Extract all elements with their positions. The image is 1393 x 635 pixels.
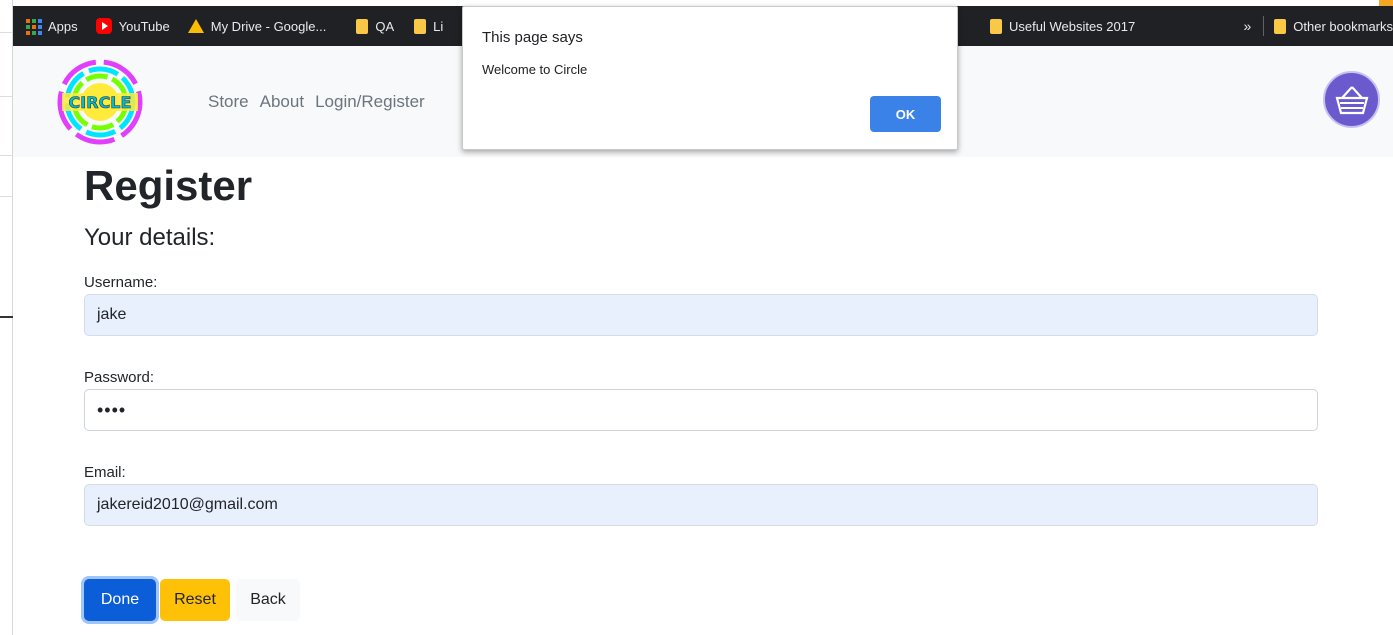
bookmark-label: My Drive - Google... — [210, 18, 327, 34]
youtube-icon — [95, 18, 112, 34]
folder-icon — [414, 18, 427, 34]
back-button[interactable]: Back — [236, 579, 300, 621]
bookmark-label: Apps — [48, 18, 78, 34]
reset-button[interactable]: Reset — [160, 579, 230, 621]
basket-icon — [1335, 85, 1368, 114]
password-input[interactable]: •••• — [84, 389, 1318, 431]
bookmark-label: Li — [433, 18, 444, 34]
username-label: Username: — [84, 274, 158, 291]
folder-icon — [1274, 18, 1287, 34]
section-subtitle: Your details: — [84, 224, 216, 251]
bookmark-youtube[interactable]: YouTube — [95, 18, 170, 34]
bookmark-label: Other bookmarks — [1293, 18, 1393, 34]
dialog-title: This page says — [482, 29, 583, 46]
username-value: jake — [97, 306, 127, 323]
email-input[interactable]: jakereid2010@gmail.com — [84, 484, 1318, 526]
nav-store[interactable]: Store — [208, 92, 249, 112]
bookmark-label: QA — [375, 18, 395, 34]
bookmark-label: Useful Websites 2017 — [1009, 18, 1136, 34]
bookmark-li[interactable]: Li — [414, 18, 444, 34]
password-value: •••• — [97, 399, 127, 420]
nav-login-register[interactable]: Login/Register — [315, 92, 425, 112]
bookmark-my-drive[interactable]: My Drive - Google... — [187, 18, 327, 34]
username-input[interactable]: jake — [84, 294, 1318, 336]
email-value: jakereid2010@gmail.com — [97, 496, 278, 513]
apps-icon — [25, 18, 42, 35]
dialog-ok-button[interactable]: OK — [870, 96, 941, 132]
folder-icon — [356, 18, 369, 34]
adjacent-window-edge — [0, 0, 13, 635]
done-button[interactable]: Done — [84, 579, 156, 621]
bookmark-useful-websites[interactable]: Useful Websites 2017 — [990, 18, 1136, 34]
drive-icon — [187, 19, 204, 33]
bookmark-label: YouTube — [118, 18, 170, 34]
nav-about[interactable]: About — [260, 92, 304, 112]
bookmark-apps[interactable]: Apps — [25, 18, 78, 35]
dialog-message: Welcome to Circle — [482, 62, 588, 77]
bookmarks-overflow-chevron[interactable]: » — [1244, 18, 1252, 34]
basket-button[interactable] — [1323, 71, 1380, 128]
email-label: Email: — [84, 464, 126, 481]
bookmark-other[interactable]: Other bookmarks — [1274, 18, 1393, 34]
nav-links: Store About Login/Register — [208, 92, 425, 112]
page-title: Register — [84, 162, 253, 209]
circle-logo[interactable]: CIRCLE — [56, 59, 144, 145]
alert-dialog: This page says Welcome to Circle OK — [462, 6, 958, 150]
logo-text: CIRCLE — [69, 93, 132, 112]
divider — [1263, 16, 1265, 36]
password-label: Password: — [84, 369, 155, 386]
bookmark-qa[interactable]: QA — [356, 18, 395, 34]
folder-icon — [990, 18, 1002, 34]
